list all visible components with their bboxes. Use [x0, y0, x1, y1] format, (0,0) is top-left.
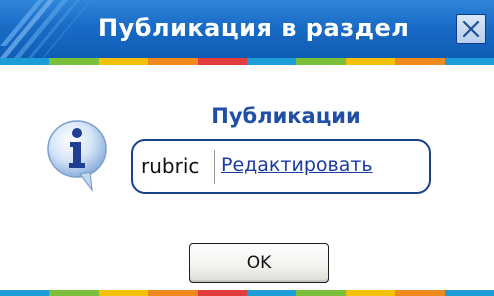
bottom-color-strip-segment [49, 290, 99, 296]
title-color-strip-segment [197, 58, 248, 65]
dialog-title: Публикация в раздел [98, 14, 410, 42]
bottom-color-strip-segment [247, 290, 297, 296]
publish-dialog: Публикация в раздел Публикации rubric Ре… [0, 0, 494, 296]
bottom-color-strip [0, 290, 494, 296]
title-bar[interactable]: Публикация в раздел [0, 0, 494, 58]
title-color-strip-segment [98, 58, 149, 65]
title-decoration-stripes [0, 0, 90, 58]
bottom-color-strip-segment [0, 290, 50, 296]
rubric-box: rubric Редактировать [131, 139, 431, 194]
bottom-color-strip-segment [296, 290, 346, 296]
bottom-color-strip-segment [197, 290, 248, 296]
close-button[interactable] [456, 14, 486, 44]
title-color-strip-segment [247, 58, 297, 65]
title-color-strip-segment [296, 58, 346, 65]
title-color-strip-segment [148, 58, 198, 65]
title-color-strip-segment [0, 58, 50, 65]
title-color-strip [0, 58, 494, 65]
section-title: Публикации [211, 104, 361, 128]
bottom-color-strip-segment [98, 290, 149, 296]
bottom-color-strip-segment [395, 290, 445, 296]
title-color-strip-segment [395, 58, 445, 65]
info-icon [47, 120, 107, 192]
title-color-strip-segment [345, 58, 396, 65]
bottom-color-strip-segment [345, 290, 396, 296]
rubric-separator [214, 150, 215, 184]
bottom-color-strip-segment [444, 290, 494, 296]
rubric-name: rubric [141, 154, 200, 178]
title-color-strip-segment [444, 58, 494, 65]
ok-button[interactable]: OK [189, 243, 329, 283]
bottom-color-strip-segment [148, 290, 198, 296]
edit-link[interactable]: Редактировать [221, 154, 373, 176]
title-color-strip-segment [49, 58, 99, 65]
close-icon [462, 20, 480, 38]
